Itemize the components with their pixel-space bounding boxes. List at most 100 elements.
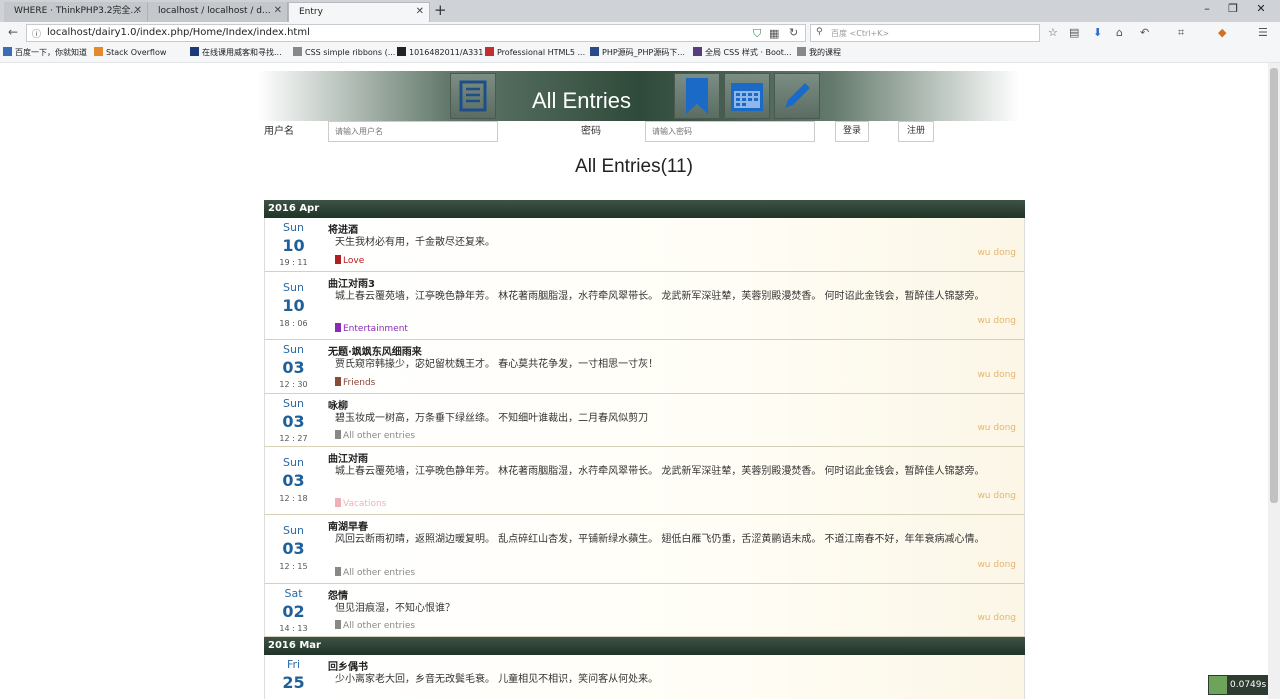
search-bar[interactable]: ⚲ 百度 <Ctrl+K> [810, 24, 1040, 42]
bookmark-item[interactable]: 百度一下，你就知道 [3, 47, 87, 58]
pencil-icon[interactable] [774, 73, 820, 119]
entry-content: 贾氏窥帘韩掾少，宓妃留枕魏王才。 春心莫共花争发，一寸相思一寸灰！ [335, 359, 659, 370]
browser-tab[interactable]: localhost / localhost / d... ✕ [148, 2, 288, 22]
entry-category-tag[interactable]: All other entries [335, 567, 415, 578]
entry-category-tag[interactable]: Entertainment [335, 323, 408, 334]
entry-row[interactable]: Sat 02 14 : 13 怨情 但见泪痕湿，不知心恨谁？ All other entr… [264, 584, 1025, 637]
entry-row[interactable]: Sun 03 12 : 15 南湖早春 风回云断雨初晴，返照湖边暖复明。 乱点碎红山杏发… [264, 515, 1025, 584]
entry-category-tag[interactable]: Vacations [335, 498, 386, 509]
list-icon[interactable] [450, 73, 496, 119]
entry-author[interactable]: wu dong [977, 316, 1016, 326]
close-tab-icon[interactable]: ✕ [274, 2, 282, 20]
undo-icon[interactable]: ↶ [1140, 26, 1149, 39]
crop-icon[interactable]: ⌗ [1178, 26, 1184, 40]
bookmark-item[interactable]: CSS simple ribbons (... [293, 47, 395, 57]
close-tab-icon[interactable]: ✕ [134, 2, 142, 20]
username-label: 用户名 [264, 126, 294, 137]
entry-time: 14 : 13 [279, 624, 308, 633]
maximize-icon[interactable]: ❐ [1222, 2, 1244, 15]
entry-author[interactable]: wu dong [977, 423, 1016, 433]
entry-weekday: Fri [286, 658, 301, 671]
reader-icon[interactable]: ▤ [1069, 26, 1079, 39]
entry-row[interactable]: Sun 10 18 : 06 曲江对雨3 城上春云覆苑墙，江亭晚色静年芳。 林花著雨胭脂… [264, 272, 1025, 340]
entry-weekday: Sun [283, 456, 304, 469]
login-button[interactable]: 登录 [835, 121, 869, 142]
entry-title[interactable]: 怨情 [328, 587, 348, 602]
entry-weekday: Sat [284, 587, 303, 600]
entry-day: 10 [282, 236, 305, 255]
entry-title[interactable]: 南湖早春 [328, 518, 368, 533]
entry-row[interactable]: Sun 10 19 : 11 将进酒 天生我材必有用，千金散尽还复来。 Love wu do… [264, 218, 1025, 272]
browser-tab[interactable]: WHERE · ThinkPHP3.2完全... ✕ [4, 2, 148, 22]
entry-author[interactable]: wu dong [977, 613, 1016, 623]
entry-author[interactable]: wu dong [977, 248, 1016, 258]
star-icon[interactable]: ☆ [1048, 26, 1058, 39]
info-icon[interactable]: ⓘ [32, 27, 41, 40]
home-icon[interactable]: ⌂ [1116, 26, 1123, 39]
close-tab-icon[interactable]: ✕ [416, 3, 424, 21]
url-bar[interactable]: ⓘ localhost/dairy1.0/index.php/Home/Inde… [26, 24, 806, 42]
entry-row[interactable]: Fri 25 回乡偶书 少小离家老大回，乡音无改鬓毛衰。 儿童相见不相识，笑问客从何处… [264, 655, 1025, 699]
page-scrollbar[interactable] [1268, 63, 1280, 699]
entry-author[interactable]: wu dong [977, 370, 1016, 380]
entry-author[interactable]: wu dong [977, 491, 1016, 501]
calendar-icon[interactable] [724, 73, 770, 119]
bookmark-item[interactable]: 1016482011/A331 [397, 47, 483, 57]
close-window-icon[interactable]: ✕ [1250, 2, 1272, 15]
tab-title: Entry [299, 7, 323, 17]
bookmark-favicon-icon [293, 47, 302, 56]
entry-category-tag[interactable]: All other entries [335, 430, 415, 441]
extension-icon[interactable]: ◆ [1218, 26, 1226, 39]
shield-icon[interactable]: ⛉ [753, 27, 761, 41]
entry-category-tag[interactable]: Love [335, 255, 364, 266]
entry-content: 风回云断雨初晴，返照湖边暖复明。 乱点碎红山杏发，平铺新绿水蘋生。 翅低白雁飞仍… [335, 534, 985, 545]
search-icon: ⚲ [816, 27, 823, 37]
entry-time: 12 : 15 [279, 562, 308, 571]
bookmark-item[interactable]: 我的课程 [797, 47, 841, 58]
entry-author[interactable]: wu dong [977, 560, 1016, 570]
download-icon[interactable]: ⬇ [1093, 26, 1102, 39]
entry-date: Sun 03 12 : 30 [265, 340, 323, 393]
register-button[interactable]: 注册 [898, 121, 934, 142]
entry-category-tag[interactable]: Friends [335, 377, 375, 388]
browser-tab-active[interactable]: Entry ✕ [288, 2, 430, 22]
password-field[interactable] [645, 121, 815, 142]
scrollbar-thumb[interactable] [1270, 68, 1278, 503]
flag-icon [335, 620, 341, 629]
menu-icon[interactable]: ☰ [1258, 26, 1268, 39]
month-header: 2016 Apr [264, 200, 1025, 218]
reload-icon[interactable]: ↻ [789, 26, 798, 39]
bookmark-item[interactable]: PHP源码_PHP源码下... [590, 47, 685, 58]
entry-row[interactable]: Sun 03 12 : 30 无题·飒飒东风细雨来 贾氏窥帘韩掾少，宓妃留枕魏王才。 春… [264, 340, 1025, 394]
entry-title[interactable]: 将进酒 [328, 221, 358, 236]
entry-content: 城上春云覆苑墙，江亭晚色静年芳。 林花著雨胭脂湿，水荇牵风翠带长。 龙武新军深驻… [335, 466, 985, 477]
entry-category-label: All other entries [343, 621, 416, 631]
bookmark-favicon-icon [3, 47, 12, 56]
entry-title[interactable]: 曲江对雨 [328, 450, 368, 465]
bookmark-icon[interactable] [674, 73, 720, 119]
entry-title[interactable]: 曲江对雨3 [328, 275, 375, 290]
new-tab-button[interactable]: + [434, 1, 447, 19]
username-field[interactable] [328, 121, 498, 142]
bookmark-item[interactable]: Stack Overflow [94, 47, 166, 57]
entry-weekday: Sun [283, 221, 304, 234]
entry-row[interactable]: Sun 03 12 : 27 咏柳 碧玉妆成一树高，万条垂下绿丝绦。 不知细叶谁裁出，二… [264, 394, 1025, 447]
flag-icon [335, 255, 341, 264]
header-title: All Entries [532, 88, 632, 113]
entry-title[interactable]: 无题·飒飒东风细雨来 [328, 343, 422, 358]
entry-content: 但见泪痕湿，不知心恨谁？ [335, 603, 455, 614]
back-icon[interactable]: ← [8, 25, 18, 39]
entry-body: 无题·飒飒东风细雨来 贾氏窥帘韩掾少，宓妃留枕魏王才。 春心莫共花争发，一寸相思一… [322, 340, 1024, 393]
qr-icon[interactable]: ▦ [769, 27, 779, 40]
entry-title[interactable]: 咏柳 [328, 397, 348, 412]
entry-day: 03 [282, 358, 305, 377]
bookmark-item[interactable]: 在线课用威客和寻找... [190, 47, 282, 58]
entry-row[interactable]: Sun 03 12 : 18 曲江对雨 城上春云覆苑墙，江亭晚色静年芳。 林花著雨胭脂湿… [264, 447, 1025, 515]
minimize-icon[interactable]: – [1196, 2, 1218, 15]
bookmarks-bar: 百度一下，你就知道 Stack Overflow 在线课用威客和寻找... CS… [0, 44, 1280, 63]
entry-category-tag[interactable]: All other entries [335, 620, 415, 631]
bookmark-item[interactable]: Professional HTML5 ... [485, 47, 585, 57]
bookmark-item[interactable]: 全局 CSS 样式 · Boot... [693, 47, 792, 58]
entry-title[interactable]: 回乡偶书 [328, 658, 368, 673]
flag-icon [335, 430, 341, 439]
